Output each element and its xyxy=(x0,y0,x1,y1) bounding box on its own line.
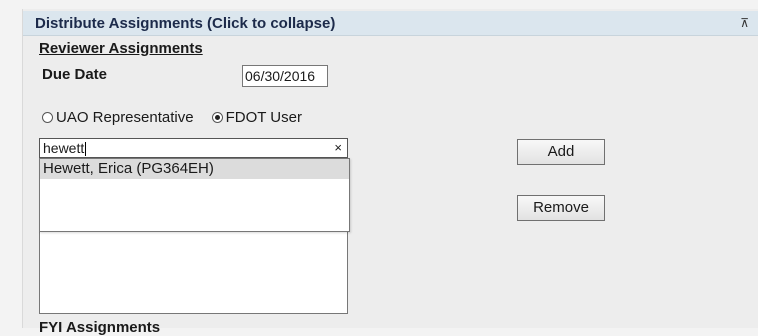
radio-unchecked-icon[interactable] xyxy=(42,112,53,123)
due-date-field[interactable]: 06/30/2016 xyxy=(242,65,328,87)
search-value: hewett xyxy=(43,140,85,156)
user-type-radio-group: UAO Representative FDOT User xyxy=(42,109,320,126)
clear-icon[interactable]: × xyxy=(334,140,342,155)
add-button[interactable]: Add xyxy=(517,139,605,165)
distribute-assignments-panel: Distribute Assignments (Click to collaps… xyxy=(22,9,758,336)
autocomplete-option[interactable]: Hewett, Erica (PG364EH) xyxy=(40,159,349,179)
remove-button[interactable]: Remove xyxy=(517,195,605,221)
collapse-up-icon[interactable]: ⊼ xyxy=(740,16,749,30)
radio-checked-icon[interactable] xyxy=(211,112,223,123)
panel-header[interactable]: Distribute Assignments (Click to collaps… xyxy=(23,11,758,36)
reviewer-search-input[interactable]: hewett × xyxy=(39,138,348,158)
text-caret xyxy=(85,142,87,157)
radio-fdot-user[interactable]: FDOT User xyxy=(211,109,302,126)
reviewer-assignments-heading: Reviewer Assignments xyxy=(39,40,203,57)
radio-label-uao: UAO Representative xyxy=(56,109,194,126)
collapse-hint[interactable]: (Click to collapse) xyxy=(207,15,335,32)
autocomplete-dropdown: Hewett, Erica (PG364EH) xyxy=(39,158,350,232)
panel-title: Distribute Assignments xyxy=(35,15,203,32)
due-date-label: Due Date xyxy=(42,66,108,83)
radio-uao-representative[interactable]: UAO Representative xyxy=(42,109,194,126)
radio-label-fdot: FDOT User xyxy=(225,109,302,126)
